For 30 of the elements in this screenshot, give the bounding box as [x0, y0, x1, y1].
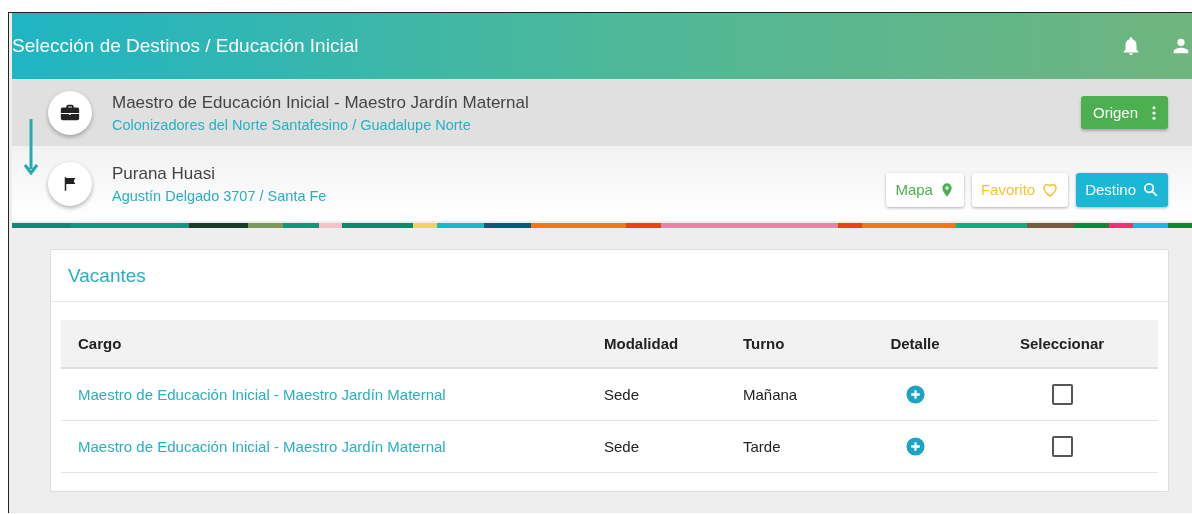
more-vertical-icon	[1152, 105, 1156, 120]
table-cell: Mañana	[742, 368, 864, 421]
location-text: Colonizadores del Norte Santafesino / Guadalupe Norte	[112, 116, 472, 133]
add-circle-icon[interactable]	[905, 437, 925, 457]
select-checkbox[interactable]	[1051, 384, 1073, 405]
card-title: Vacantes	[51, 250, 1168, 302]
address-text: Agustín Delgado 3707 / Santa Fe	[112, 187, 328, 204]
flag-icon	[48, 161, 92, 206]
position-link[interactable]: Maestro de Educación Inicial - Maestro Jardín Maternal	[78, 386, 446, 403]
add-circle-icon[interactable]	[905, 385, 925, 405]
down-arrow-icon	[24, 119, 38, 177]
table-cell: Sede	[603, 368, 742, 421]
column-header: Seleccionar	[966, 320, 1158, 368]
column-header: Modalidad	[603, 320, 742, 368]
position-link[interactable]: Maestro de Educación Inicial - Maestro Jardín Maternal	[78, 438, 446, 455]
search-icon	[1142, 181, 1159, 198]
position-title: Maestro de Educación Inicial - Maestro Jardín Maternal	[112, 92, 530, 113]
search-button[interactable]: Destino	[1076, 172, 1168, 207]
map-button[interactable]: Mapa	[886, 172, 964, 207]
column-header: Cargo	[61, 320, 603, 368]
favorite-button[interactable]: Favorito	[971, 172, 1069, 207]
table-cell: Tarde	[742, 420, 864, 473]
briefcase-icon	[48, 90, 92, 135]
school-name: Purana Huasi	[112, 163, 216, 184]
table-cell: Sede	[603, 420, 742, 473]
origin-button[interactable]: Origen	[1080, 96, 1168, 129]
select-checkbox[interactable]	[1051, 436, 1073, 457]
column-header: Detalle	[864, 320, 966, 368]
column-header: Turno	[742, 320, 864, 368]
page-title: Selección de Destinos / Educación Inicial	[12, 35, 360, 57]
